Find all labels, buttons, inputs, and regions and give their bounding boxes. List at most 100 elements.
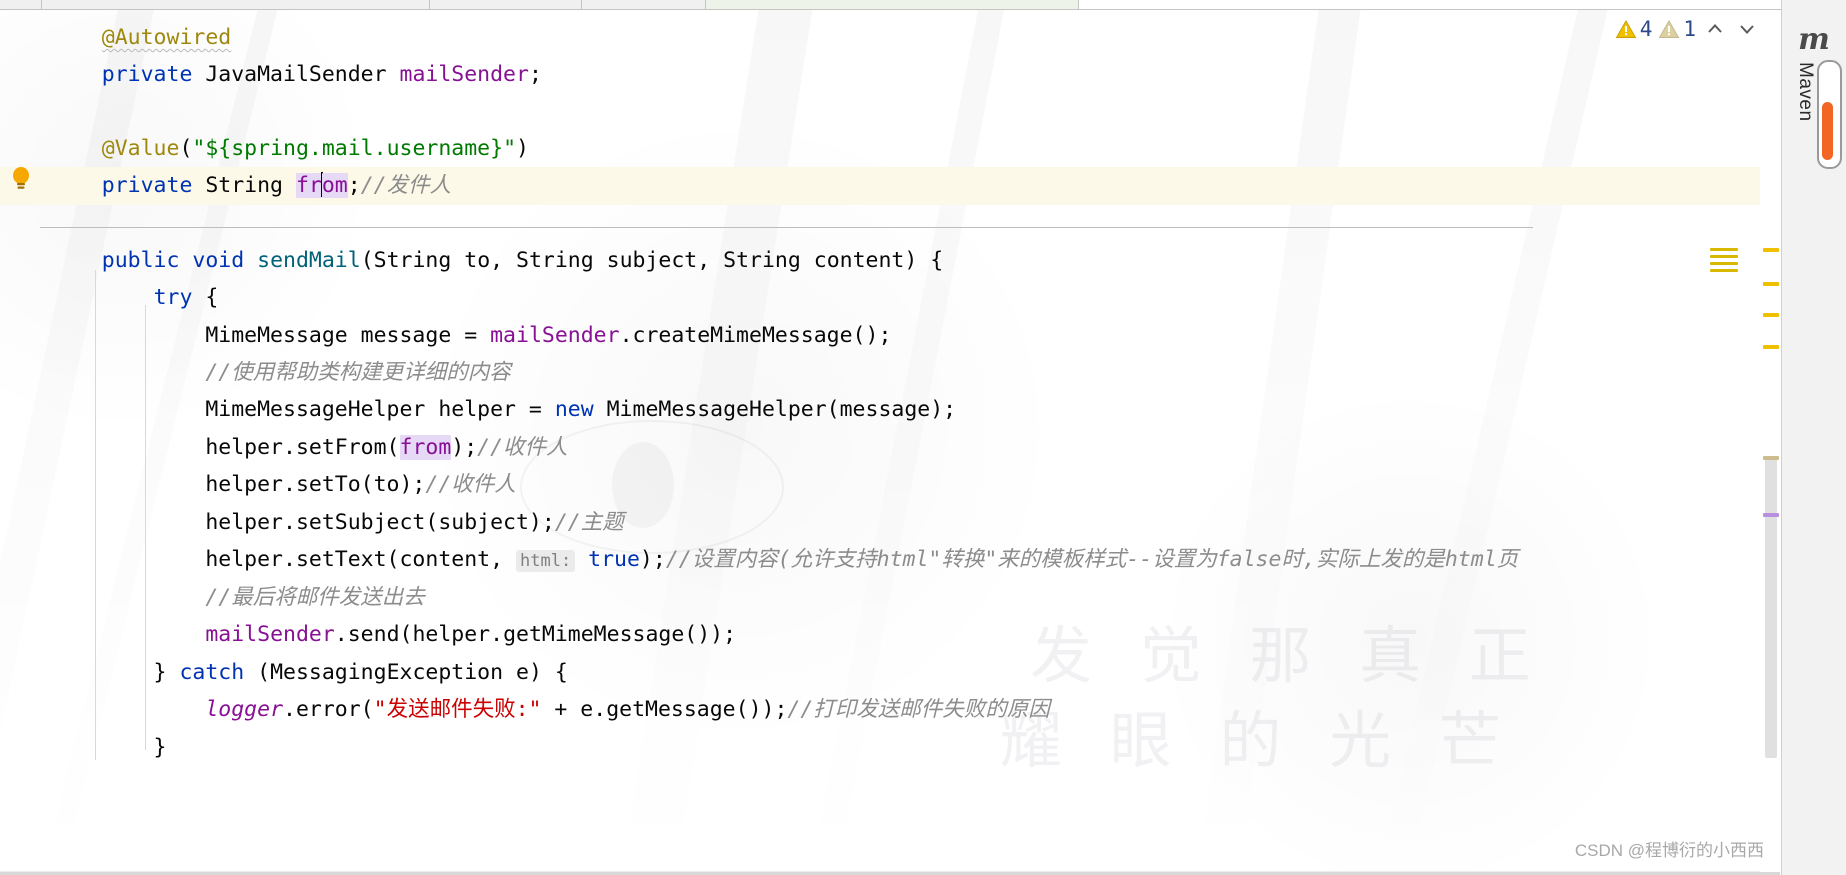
- code-token: MimeMessageHelper helper =: [50, 397, 555, 422]
- code-line-text: //使用帮助类构建更详细的内容: [0, 354, 511, 392]
- code-line[interactable]: helper.setSubject(subject);//主题: [0, 504, 1760, 542]
- code-line[interactable]: MimeMessage message = mailSender.createM…: [0, 317, 1760, 355]
- code-token: //使用帮助类构建更详细的内容: [205, 360, 511, 385]
- code-line[interactable]: helper.setFrom(from);//收件人: [0, 429, 1760, 467]
- code-token: try: [153, 285, 193, 310]
- code-token: .send(helper.getMimeMessage());: [334, 622, 737, 647]
- code-token: ): [516, 136, 529, 161]
- code-token: {: [192, 285, 219, 310]
- code-line[interactable]: mailSender.send(helper.getMimeMessage())…: [0, 616, 1760, 654]
- weak-warning-marker[interactable]: [1763, 456, 1779, 460]
- maven-scrollbar-track[interactable]: [1817, 60, 1842, 169]
- code-line-text: mailSender.send(helper.getMimeMessage())…: [0, 616, 736, 654]
- warning-group[interactable]: 4: [1615, 17, 1652, 41]
- code-line[interactable]: } catch (MessagingException e) {: [0, 654, 1760, 692]
- editor-scrollbar-thumb[interactable]: [1765, 458, 1777, 758]
- code-line[interactable]: //最后将邮件发送出去: [0, 579, 1760, 617]
- parameter-hint: html:: [516, 550, 576, 572]
- warning-marker[interactable]: [1763, 282, 1779, 286]
- code-line[interactable]: logger.error("发送邮件失败:" + e.getMessage())…: [0, 691, 1760, 729]
- warning-marker[interactable]: [1763, 248, 1779, 252]
- caret-position-marker[interactable]: [1763, 513, 1779, 517]
- code-line[interactable]: }: [0, 729, 1760, 767]
- code-line-text: helper.setText(content, html: true);//设置…: [0, 541, 1518, 581]
- indent-guide: [145, 305, 146, 690]
- code-line-text: helper.setTo(to);//收件人: [0, 466, 515, 504]
- code-token: MimeMessage message =: [50, 323, 491, 348]
- code-line-text: helper.setSubject(subject);//主题: [0, 504, 624, 542]
- code-token: "${spring.mail.username}": [192, 136, 517, 161]
- code-token: String: [192, 173, 296, 198]
- code-line[interactable]: public void sendMail(String to, String s…: [0, 242, 1760, 280]
- code-line[interactable]: @Autowired: [0, 19, 1760, 57]
- code-token: helper.setSubject(subject);: [50, 510, 555, 535]
- editor-tab-strip[interactable]: [0, 0, 1846, 10]
- weak-warning-triangle-icon: [1658, 19, 1680, 38]
- chevron-up-icon[interactable]: [1702, 16, 1728, 42]
- editor-tab[interactable]: [41, 0, 430, 9]
- code-token: }: [50, 660, 180, 685]
- code-vision-marks: [1710, 248, 1738, 276]
- maven-logo-icon: m: [1798, 22, 1830, 57]
- code-token: //设置内容(允许支持html"转换"来的模板样式--设置为false时,实际上…: [665, 547, 1519, 572]
- tool-window-button-maven[interactable]: Maven: [1794, 62, 1816, 122]
- code-line-text: private String from;//发件人: [0, 167, 451, 205]
- code-line[interactable]: private String from;//发件人: [0, 167, 1760, 205]
- code-line[interactable]: [0, 93, 1760, 131]
- warning-triangle-icon: [1615, 19, 1637, 38]
- code-token: private: [101, 173, 193, 198]
- code-token: (MessagingException e) {: [244, 660, 568, 685]
- code-line-text: @Autowired: [0, 19, 231, 57]
- code-line-text: }: [0, 729, 167, 767]
- code-token: );: [639, 547, 666, 572]
- lightbulb-icon[interactable]: [10, 166, 32, 192]
- code-token: (: [179, 136, 193, 161]
- code-token: om: [321, 173, 348, 198]
- code-token: public: [101, 248, 180, 273]
- code-line[interactable]: helper.setTo(to);//收件人: [0, 466, 1760, 504]
- warning-marker[interactable]: [1763, 313, 1779, 317]
- code-line[interactable]: MimeMessageHelper helper = new MimeMessa…: [0, 391, 1760, 429]
- maven-scrollbar-thumb[interactable]: [1822, 102, 1833, 160]
- inspection-widget[interactable]: 4 1: [1615, 12, 1760, 46]
- editor-tab-modified[interactable]: [705, 0, 1080, 9]
- weak-warning-count: 1: [1683, 17, 1696, 41]
- code-token: sendMail: [257, 248, 361, 273]
- code-token: helper.setFrom(: [50, 435, 400, 460]
- code-line[interactable]: helper.setText(content, html: true);//设置…: [0, 541, 1760, 579]
- editor-tab[interactable]: [0, 0, 42, 9]
- code-line[interactable]: //使用帮助类构建更详细的内容: [0, 354, 1760, 392]
- code-token: //打印发送邮件失败的原因: [787, 697, 1050, 722]
- code-editor[interactable]: @Autowired private JavaMailSender mailSe…: [0, 9, 1760, 875]
- code-token: @Autowired: [101, 25, 232, 50]
- code-line-text: helper.setFrom(from);//收件人: [0, 429, 568, 467]
- code-line[interactable]: [0, 204, 1760, 242]
- right-tool-window-stripe[interactable]: m Maven: [1781, 0, 1846, 875]
- code-token: //主题: [554, 510, 624, 535]
- indent-guide: [95, 270, 96, 760]
- weak-warning-group[interactable]: 1: [1658, 17, 1696, 41]
- code-token: logger: [205, 697, 284, 722]
- code-text-area[interactable]: @Autowired private JavaMailSender mailSe…: [0, 9, 1760, 875]
- warning-marker[interactable]: [1763, 345, 1779, 349]
- code-line[interactable]: try {: [0, 279, 1760, 317]
- error-stripe-marker-bar[interactable]: [1760, 9, 1782, 875]
- code-line[interactable]: @Value("${spring.mail.username}"): [0, 130, 1760, 168]
- code-token: .createMimeMessage();: [619, 323, 892, 348]
- editor-tab[interactable]: [429, 0, 583, 9]
- code-token: //最后将邮件发送出去: [205, 585, 425, 610]
- code-line-text: //最后将邮件发送出去: [0, 579, 425, 617]
- editor-tab-active[interactable]: [1079, 0, 1846, 9]
- editor-tab[interactable]: [582, 0, 706, 9]
- code-line[interactable]: private JavaMailSender mailSender;: [0, 56, 1760, 94]
- code-token: MimeMessageHelper(message);: [593, 397, 957, 422]
- chevron-down-icon[interactable]: [1734, 16, 1760, 42]
- code-line-text: private JavaMailSender mailSender;: [0, 56, 542, 94]
